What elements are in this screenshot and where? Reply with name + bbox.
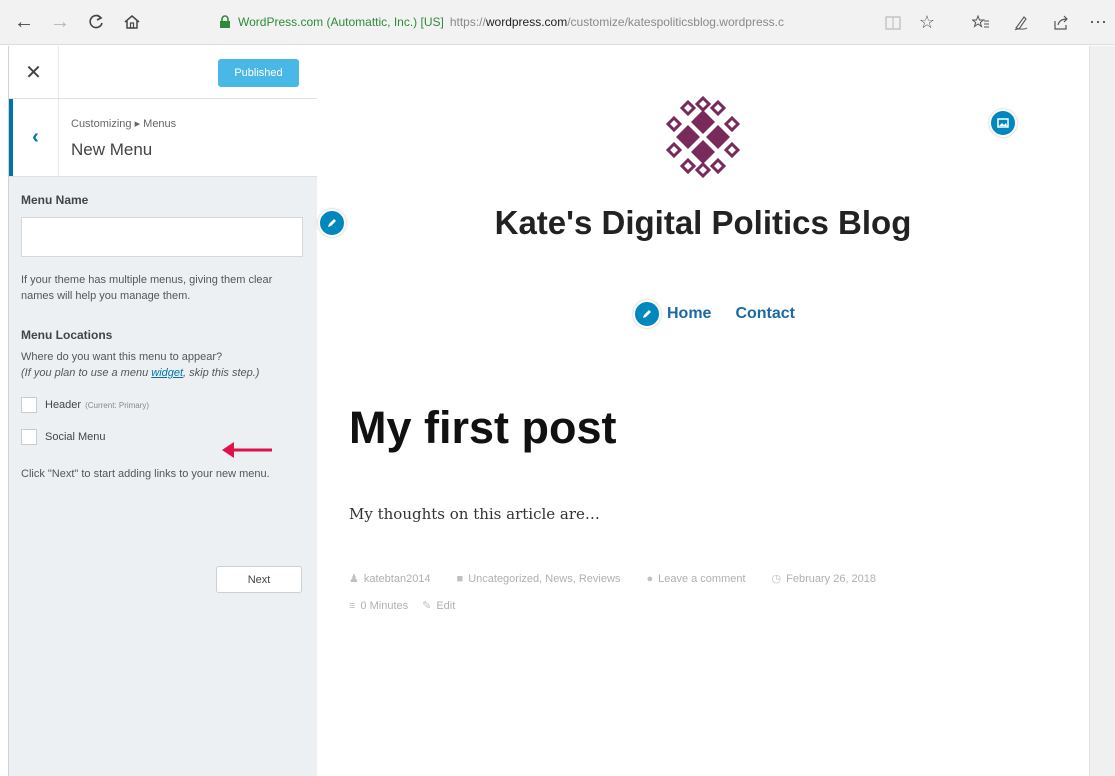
menu-locations-description: Where do you want this menu to appear? — [21, 351, 223, 363]
refresh-icon[interactable] — [78, 4, 114, 40]
preview-scrollbar[interactable] — [1089, 46, 1115, 776]
browser-toolbar: ← → WordPress.com (Automattic, Inc.) [US… — [0, 0, 1115, 45]
back-chevron-icon[interactable]: ‹ — [9, 99, 59, 176]
pencil-icon: ✎ — [422, 600, 432, 612]
site-title[interactable]: Kate's Digital Politics Blog — [317, 204, 1089, 242]
next-button[interactable]: Next — [216, 566, 302, 593]
comment-icon: ● — [646, 572, 654, 585]
menu-locations-label: Menu Locations — [21, 328, 113, 342]
post-comments-link[interactable]: ● Leave a comment — [646, 573, 745, 585]
published-button[interactable]: Published — [218, 59, 299, 87]
breadcrumb: Customizing ▸ Menus — [71, 118, 177, 130]
forward-arrow-icon[interactable]: → — [42, 4, 78, 40]
widget-link[interactable]: widget — [151, 367, 183, 379]
customizer-sidebar: ✕ Published ‹ Customizing ▸ Menus New Me… — [8, 46, 317, 776]
edit-menu-icon[interactable] — [633, 300, 661, 328]
site-preview: Kate's Digital Politics Blog Home Contac… — [317, 46, 1089, 776]
post-body: My thoughts on this article are… — [349, 505, 600, 523]
home-icon[interactable] — [114, 4, 150, 40]
close-icon[interactable]: ✕ — [9, 46, 59, 98]
user-icon: ♟ — [349, 573, 359, 585]
menu-name-input[interactable] — [21, 217, 303, 257]
social-menu-checkbox[interactable] — [21, 429, 37, 445]
post-read-time: ≡ 0 Minutes — [349, 599, 409, 612]
lock-icon — [220, 15, 230, 28]
folder-icon: ■ — [456, 572, 464, 585]
header-location-note: (Current: Primary) — [85, 400, 150, 410]
menu-locations-help: (If you plan to use a menu widget, skip … — [21, 367, 260, 379]
post-categories[interactable]: ■ Uncategorized, News, Reviews — [457, 573, 621, 585]
post-edit-link[interactable]: ✎ Edit — [422, 599, 455, 613]
annotation-arrow-icon — [222, 442, 272, 458]
edit-header-image-icon[interactable] — [989, 109, 1017, 137]
section-header: ‹ Customizing ▸ Menus New Menu — [9, 99, 317, 177]
post-meta: ♟ katebtan2014 ■ Uncategorized, News, Revi… — [349, 572, 902, 586]
social-menu-location-label: Social Menu — [45, 431, 106, 443]
primary-menu: Home Contact — [633, 300, 795, 328]
menu-name-label: Menu Name — [21, 193, 89, 207]
url-scheme: https:// — [449, 15, 486, 29]
post-date[interactable]: ◷ February 26, 2018 — [771, 572, 877, 586]
location-row-header[interactable]: Header (Current: Primary) — [21, 392, 305, 418]
header-location-label: Header — [45, 399, 82, 411]
back-arrow-icon[interactable]: ← — [6, 4, 42, 40]
menu-name-help: If your theme has multiple menus, giving… — [21, 274, 273, 302]
favorite-star-icon[interactable]: ☆ — [907, 5, 947, 41]
certificate-label: WordPress.com (Automattic, Inc.) [US] — [238, 15, 444, 29]
more-options-icon[interactable]: ⋯ — [1081, 5, 1115, 41]
site-logo[interactable] — [664, 96, 742, 178]
post-author[interactable]: ♟ katebtan2014 — [349, 572, 431, 586]
reading-view-icon[interactable] — [879, 5, 907, 41]
web-note-pen-icon[interactable] — [1001, 5, 1041, 41]
clock-icon: ◷ — [771, 573, 782, 585]
favorites-hub-icon[interactable] — [961, 5, 1001, 41]
header-checkbox[interactable] — [21, 397, 37, 413]
address-bar[interactable]: WordPress.com (Automattic, Inc.) [US] ht… — [218, 8, 913, 36]
url-path: /customize/katespoliticsblog.wordpress.c — [567, 15, 784, 29]
next-help-text: Click "Next" to start adding links to yo… — [21, 468, 270, 480]
share-icon[interactable] — [1041, 5, 1081, 41]
url-host: wordpress.com — [485, 15, 568, 29]
menu-item-home[interactable]: Home — [667, 305, 711, 323]
customizer-header: ✕ Published — [9, 46, 317, 99]
lines-icon: ≡ — [349, 599, 356, 612]
section-title: New Menu — [71, 140, 153, 159]
menu-item-contact[interactable]: Contact — [735, 305, 795, 323]
post-title[interactable]: My first post — [349, 402, 617, 454]
post-meta-second-row: ≡ 0 Minutes ✎ Edit — [349, 599, 481, 613]
